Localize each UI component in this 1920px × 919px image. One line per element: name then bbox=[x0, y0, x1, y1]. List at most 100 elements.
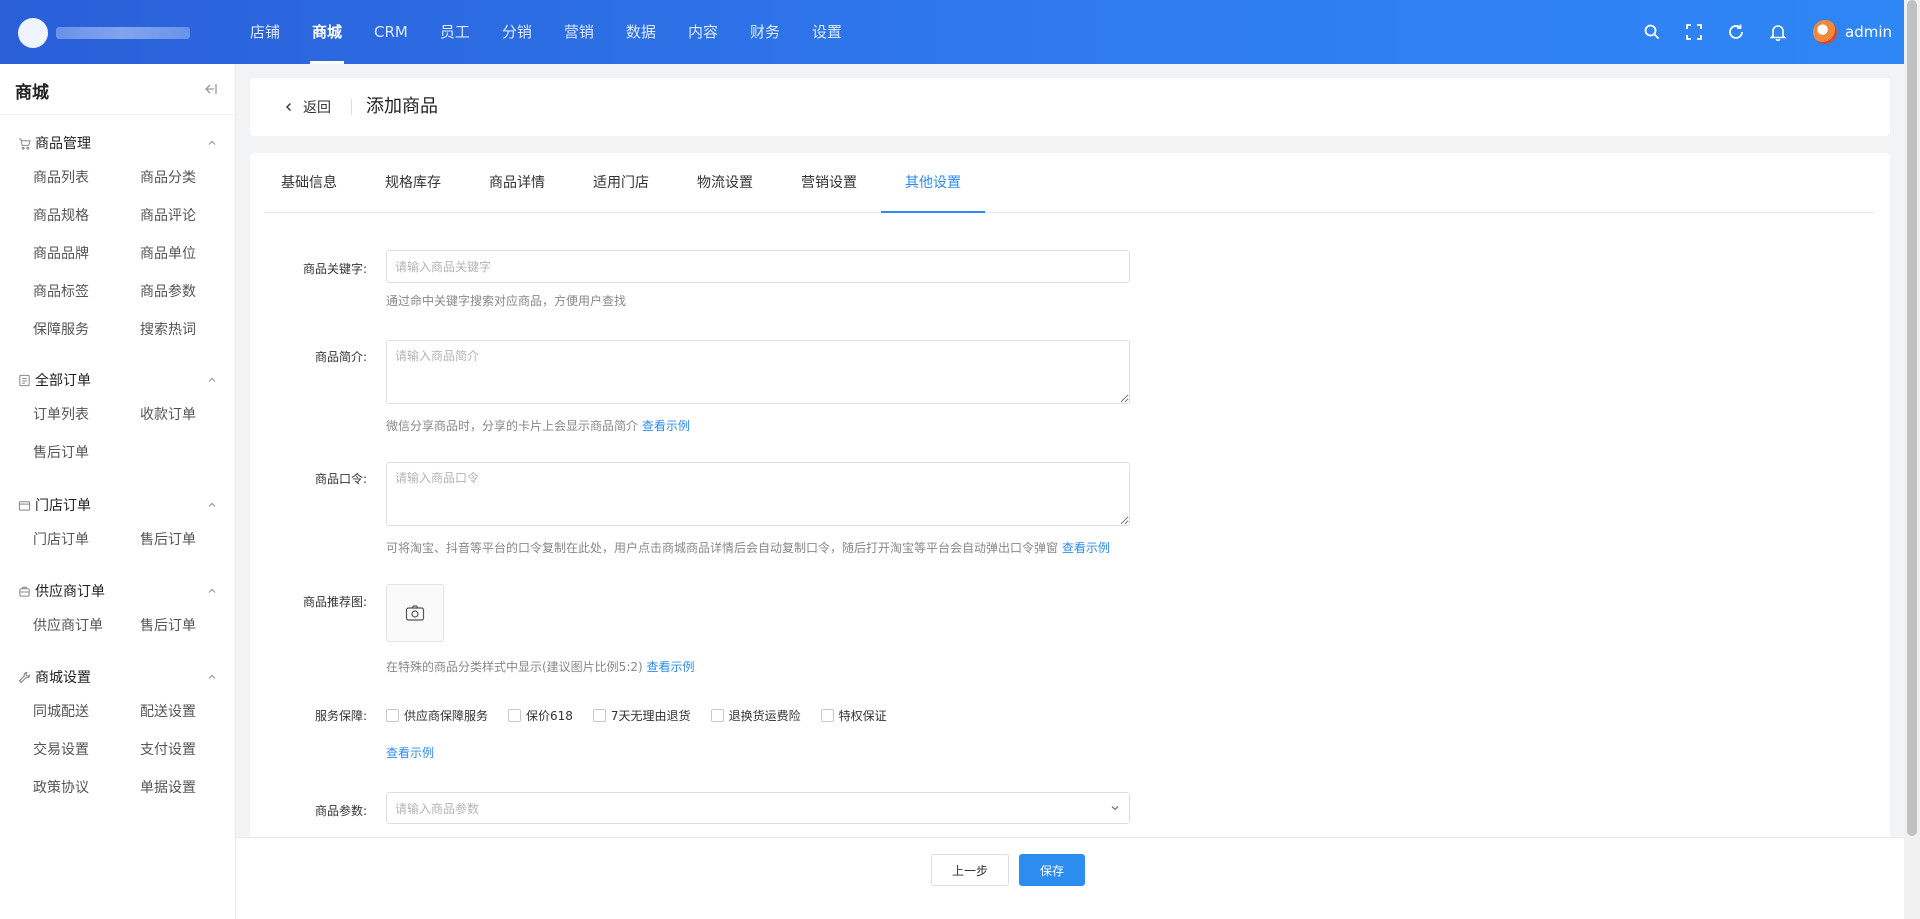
recommend-image-hint: 在特殊的商品分类样式中显示(建议图片比例5:2) 查看示例 bbox=[386, 658, 695, 675]
checkbox-label: 7天无理由退货 bbox=[610, 709, 691, 723]
intro-example-link[interactable]: 查看示例 bbox=[642, 419, 690, 433]
user-name[interactable]: admin bbox=[1845, 23, 1892, 41]
sidebar-item-supplier-aftersale[interactable]: 售后订单 bbox=[140, 607, 247, 645]
command-hint: 可将淘宝、抖音等平台的口令复制在此处，用户点击商城商品详情后会自动复制口令，随后… bbox=[386, 539, 1110, 556]
service-example-link[interactable]: 查看示例 bbox=[386, 744, 434, 761]
sidebar-item-supplier-orders[interactable]: 供应商订单 bbox=[33, 607, 140, 645]
checkbox-box[interactable] bbox=[592, 709, 606, 722]
tab-spec-stock[interactable]: 规格库存 bbox=[361, 153, 465, 212]
sidebar-group-header[interactable]: 商城设置 bbox=[0, 667, 236, 687]
chevron-up-icon bbox=[208, 377, 216, 382]
checkbox-box[interactable] bbox=[710, 709, 724, 722]
tab-other-settings[interactable]: 其他设置 bbox=[881, 153, 985, 213]
sidebar-group-title: 商品管理 bbox=[35, 136, 91, 152]
chevron-left-icon bbox=[286, 103, 291, 111]
checkbox-return-shipping-insurance[interactable]: 退换货运费险 bbox=[710, 707, 801, 724]
checkbox-label: 特权保证 bbox=[838, 709, 887, 723]
page-title: 添加商品 bbox=[366, 96, 438, 117]
sidebar-item-product-tag[interactable]: 商品标签 bbox=[33, 273, 140, 311]
sidebar-group-products: 商品管理 商品列表 商品分类 商品规格 商品评论 商品品牌 商品单位 商品标签 … bbox=[0, 133, 236, 349]
checkbox-price-protect-618[interactable]: 保价618 bbox=[508, 707, 573, 724]
refresh-icon[interactable] bbox=[1715, 0, 1757, 64]
sidebar-item-document-settings[interactable]: 单据设置 bbox=[140, 769, 247, 807]
tab-stores[interactable]: 适用门店 bbox=[569, 153, 673, 212]
store-icon bbox=[18, 500, 31, 511]
chevron-up-icon bbox=[208, 588, 216, 593]
nav-item-content[interactable]: 内容 bbox=[672, 0, 734, 64]
checkbox-privilege-guarantee[interactable]: 特权保证 bbox=[820, 707, 887, 724]
sidebar-group-orders: 全部订单 订单列表 收款订单 售后订单 bbox=[0, 370, 236, 472]
sidebar-title: 商城 bbox=[15, 83, 49, 103]
back-button[interactable]: 返回 bbox=[283, 78, 331, 136]
sidebar-item-payment-settings[interactable]: 支付设置 bbox=[140, 731, 247, 769]
fullscreen-icon[interactable] bbox=[1673, 0, 1715, 64]
sidebar-item-product-review[interactable]: 商品评论 bbox=[140, 197, 247, 235]
sidebar-group-header[interactable]: 全部订单 bbox=[0, 370, 236, 390]
keywords-input[interactable] bbox=[386, 250, 1130, 283]
sidebar-item-trade-settings[interactable]: 交易设置 bbox=[33, 731, 140, 769]
sidebar-group-header[interactable]: 商品管理 bbox=[0, 133, 236, 153]
collapse-sidebar-icon[interactable] bbox=[202, 81, 218, 97]
tab-marketing[interactable]: 营销设置 bbox=[777, 153, 881, 212]
bell-icon[interactable] bbox=[1757, 0, 1799, 64]
checkbox-box[interactable] bbox=[386, 709, 399, 722]
nav-item-distribution[interactable]: 分销 bbox=[486, 0, 548, 64]
scrollbar-thumb[interactable] bbox=[1907, 0, 1917, 836]
sidebar-item-product-spec[interactable]: 商品规格 bbox=[33, 197, 140, 235]
page-header: 返回 添加商品 bbox=[250, 78, 1890, 136]
command-textarea[interactable] bbox=[386, 462, 1130, 526]
tab-logistics[interactable]: 物流设置 bbox=[673, 153, 777, 212]
search-icon[interactable] bbox=[1631, 0, 1673, 64]
service-options: 供应商保障服务 保价618 7天无理由退货 退换货运费险 特权保证 bbox=[386, 707, 907, 724]
nav-item-store[interactable]: 店铺 bbox=[234, 0, 296, 64]
recommend-image-example-link[interactable]: 查看示例 bbox=[647, 660, 695, 674]
sidebar-item-product-list[interactable]: 商品列表 bbox=[33, 159, 140, 197]
sidebar-item-store-aftersale[interactable]: 售后订单 bbox=[140, 521, 247, 559]
nav-item-mall[interactable]: 商城 bbox=[296, 0, 358, 64]
checkbox-label: 供应商保障服务 bbox=[404, 709, 489, 723]
checkbox-box[interactable] bbox=[820, 709, 834, 722]
nav-item-finance[interactable]: 财务 bbox=[734, 0, 796, 64]
sidebar-item-order-list[interactable]: 订单列表 bbox=[33, 396, 140, 434]
form-card: 基础信息 规格库存 商品详情 适用门店 物流设置 营销设置 其他设置 商品关键字… bbox=[250, 153, 1890, 837]
nav-item-data[interactable]: 数据 bbox=[610, 0, 672, 64]
nav-item-crm[interactable]: CRM bbox=[358, 0, 424, 64]
previous-step-button[interactable]: 上一步 bbox=[931, 854, 1009, 886]
page-scrollbar[interactable] bbox=[1904, 0, 1920, 919]
brand-logo[interactable] bbox=[18, 18, 48, 48]
sidebar-group-header[interactable]: 门店订单 bbox=[0, 495, 236, 515]
sidebar-item-product-brand[interactable]: 商品品牌 bbox=[33, 235, 140, 273]
checkbox-supplier-guarantee[interactable]: 供应商保障服务 bbox=[386, 707, 488, 724]
sidebar-item-product-unit[interactable]: 商品单位 bbox=[140, 235, 247, 273]
sidebar-group-header[interactable]: 供应商订单 bbox=[0, 581, 236, 601]
intro-hint-text: 微信分享商品时，分享的卡片上会显示商品简介 bbox=[386, 419, 639, 433]
nav-item-marketing[interactable]: 营销 bbox=[548, 0, 610, 64]
checkbox-7day-return[interactable]: 7天无理由退货 bbox=[592, 707, 691, 724]
sidebar-item-guarantee[interactable]: 保障服务 bbox=[33, 311, 140, 349]
chevron-down-icon bbox=[1111, 806, 1119, 811]
form-footer: 上一步 保存 bbox=[236, 837, 1904, 919]
sidebar-item-local-delivery[interactable]: 同城配送 bbox=[33, 693, 140, 731]
form-tabs: 基础信息 规格库存 商品详情 适用门店 物流设置 营销设置 其他设置 bbox=[265, 153, 1874, 213]
sidebar-item-hot-search[interactable]: 搜索热词 bbox=[140, 311, 247, 349]
supplier-icon bbox=[19, 586, 30, 597]
tab-basic-info[interactable]: 基础信息 bbox=[265, 153, 361, 212]
intro-textarea[interactable] bbox=[386, 340, 1130, 404]
image-upload-button[interactable] bbox=[386, 584, 444, 642]
sidebar-item-policy[interactable]: 政策协议 bbox=[33, 769, 140, 807]
nav-item-settings[interactable]: 设置 bbox=[796, 0, 858, 64]
sidebar-item-payment-orders[interactable]: 收款订单 bbox=[140, 396, 247, 434]
nav-item-staff[interactable]: 员工 bbox=[424, 0, 486, 64]
main-nav: 店铺 商城 CRM 员工 分销 营销 数据 内容 财务 设置 bbox=[234, 0, 858, 64]
checkbox-box[interactable] bbox=[508, 709, 522, 722]
sidebar-item-store-orders[interactable]: 门店订单 bbox=[33, 521, 140, 559]
params-select[interactable]: 请输入商品参数 bbox=[386, 792, 1130, 824]
sidebar-item-aftersale-orders[interactable]: 售后订单 bbox=[33, 434, 140, 472]
sidebar-item-delivery-settings[interactable]: 配送设置 bbox=[140, 693, 247, 731]
sidebar-item-product-category[interactable]: 商品分类 bbox=[140, 159, 247, 197]
avatar[interactable] bbox=[1813, 20, 1837, 44]
sidebar-item-product-param[interactable]: 商品参数 bbox=[140, 273, 247, 311]
save-button[interactable]: 保存 bbox=[1019, 854, 1085, 886]
tab-product-detail[interactable]: 商品详情 bbox=[465, 153, 569, 212]
command-example-link[interactable]: 查看示例 bbox=[1062, 541, 1110, 555]
